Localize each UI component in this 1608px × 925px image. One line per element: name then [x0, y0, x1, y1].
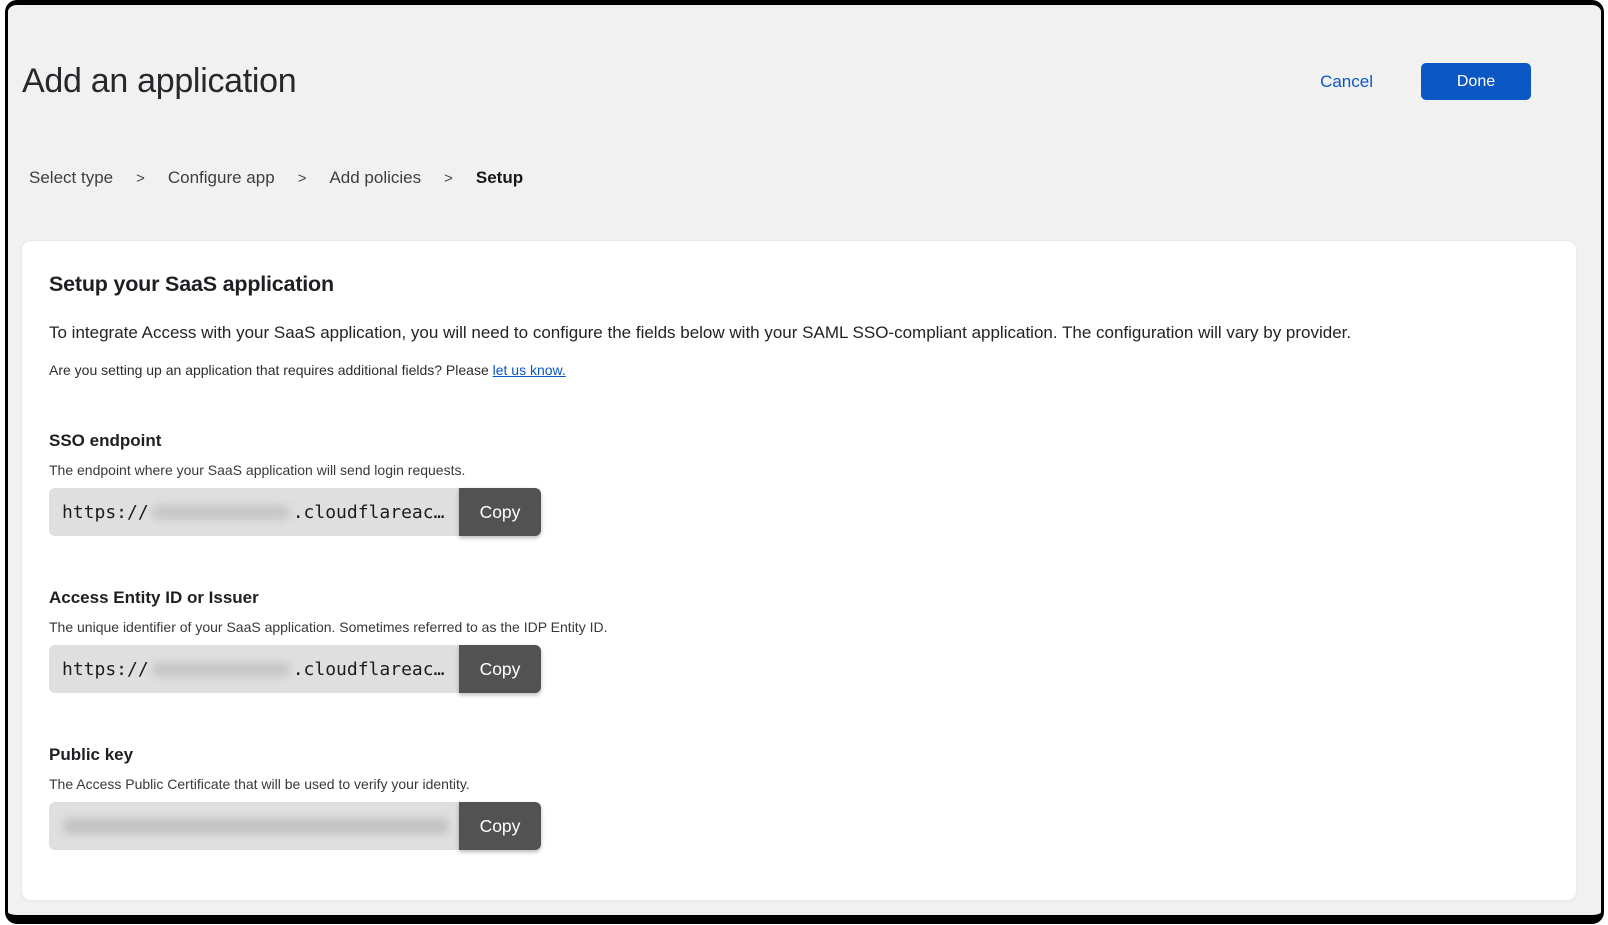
copy-button[interactable]: Copy	[459, 802, 541, 850]
cancel-button[interactable]: Cancel	[1314, 71, 1379, 93]
breadcrumb-step-add-policies[interactable]: Add policies	[329, 168, 421, 188]
breadcrumb-step-select-type[interactable]: Select type	[29, 168, 113, 188]
let-us-know-link[interactable]: let us know.	[493, 362, 566, 378]
entity-id-label: Access Entity ID or Issuer	[49, 588, 1548, 608]
done-button[interactable]: Done	[1421, 63, 1531, 100]
entity-id-group: Access Entity ID or Issuer The unique id…	[49, 588, 1548, 693]
public-key-description: The Access Public Certificate that will …	[49, 776, 1548, 792]
header-actions: Cancel Done	[1314, 63, 1531, 100]
help-prompt-text: Are you setting up an application that r…	[49, 362, 493, 378]
sso-endpoint-group: SSO endpoint The endpoint where your Saa…	[49, 431, 1548, 536]
url-prefix: https://	[62, 502, 149, 523]
card-heading: Setup your SaaS application	[49, 272, 1548, 297]
breadcrumb-separator: >	[444, 170, 453, 187]
sso-endpoint-value: https:// .cloudflareac…	[49, 488, 459, 536]
page-title: Add an application	[22, 62, 296, 101]
breadcrumb-step-setup-current: Setup	[476, 168, 523, 188]
app-window: Add an application Cancel Done Select ty…	[5, 0, 1604, 924]
public-key-group: Public key The Access Public Certificate…	[49, 745, 1548, 850]
url-prefix: https://	[62, 659, 149, 680]
url-suffix: .cloudflareac…	[293, 659, 445, 680]
entity-id-value: https:// .cloudflareac…	[49, 645, 459, 693]
copy-button[interactable]: Copy	[459, 488, 541, 536]
redacted-certificate	[63, 818, 449, 834]
url-suffix: .cloudflareac…	[293, 502, 445, 523]
entity-id-description: The unique identifier of your SaaS appli…	[49, 619, 1548, 635]
public-key-row: Copy	[49, 802, 541, 850]
public-key-value	[49, 802, 459, 850]
redacted-team-name	[152, 505, 290, 520]
breadcrumb-step-configure-app[interactable]: Configure app	[168, 168, 275, 188]
breadcrumb-separator: >	[298, 170, 307, 187]
public-key-label: Public key	[49, 745, 1548, 765]
sso-endpoint-row: https:// .cloudflareac… Copy	[49, 488, 541, 536]
redacted-team-name	[152, 662, 290, 677]
breadcrumb-separator: >	[136, 170, 145, 187]
entity-id-row: https:// .cloudflareac… Copy	[49, 645, 541, 693]
sso-endpoint-description: The endpoint where your SaaS application…	[49, 462, 1548, 478]
card-intro-text: To integrate Access with your SaaS appli…	[49, 322, 1548, 343]
copy-button[interactable]: Copy	[459, 645, 541, 693]
breadcrumb: Select type > Configure app > Add polici…	[29, 168, 1601, 188]
setup-card: Setup your SaaS application To integrate…	[21, 240, 1577, 901]
page-header: Add an application Cancel Done	[22, 62, 1531, 101]
sso-endpoint-label: SSO endpoint	[49, 431, 1548, 451]
card-help-text: Are you setting up an application that r…	[49, 362, 1548, 378]
